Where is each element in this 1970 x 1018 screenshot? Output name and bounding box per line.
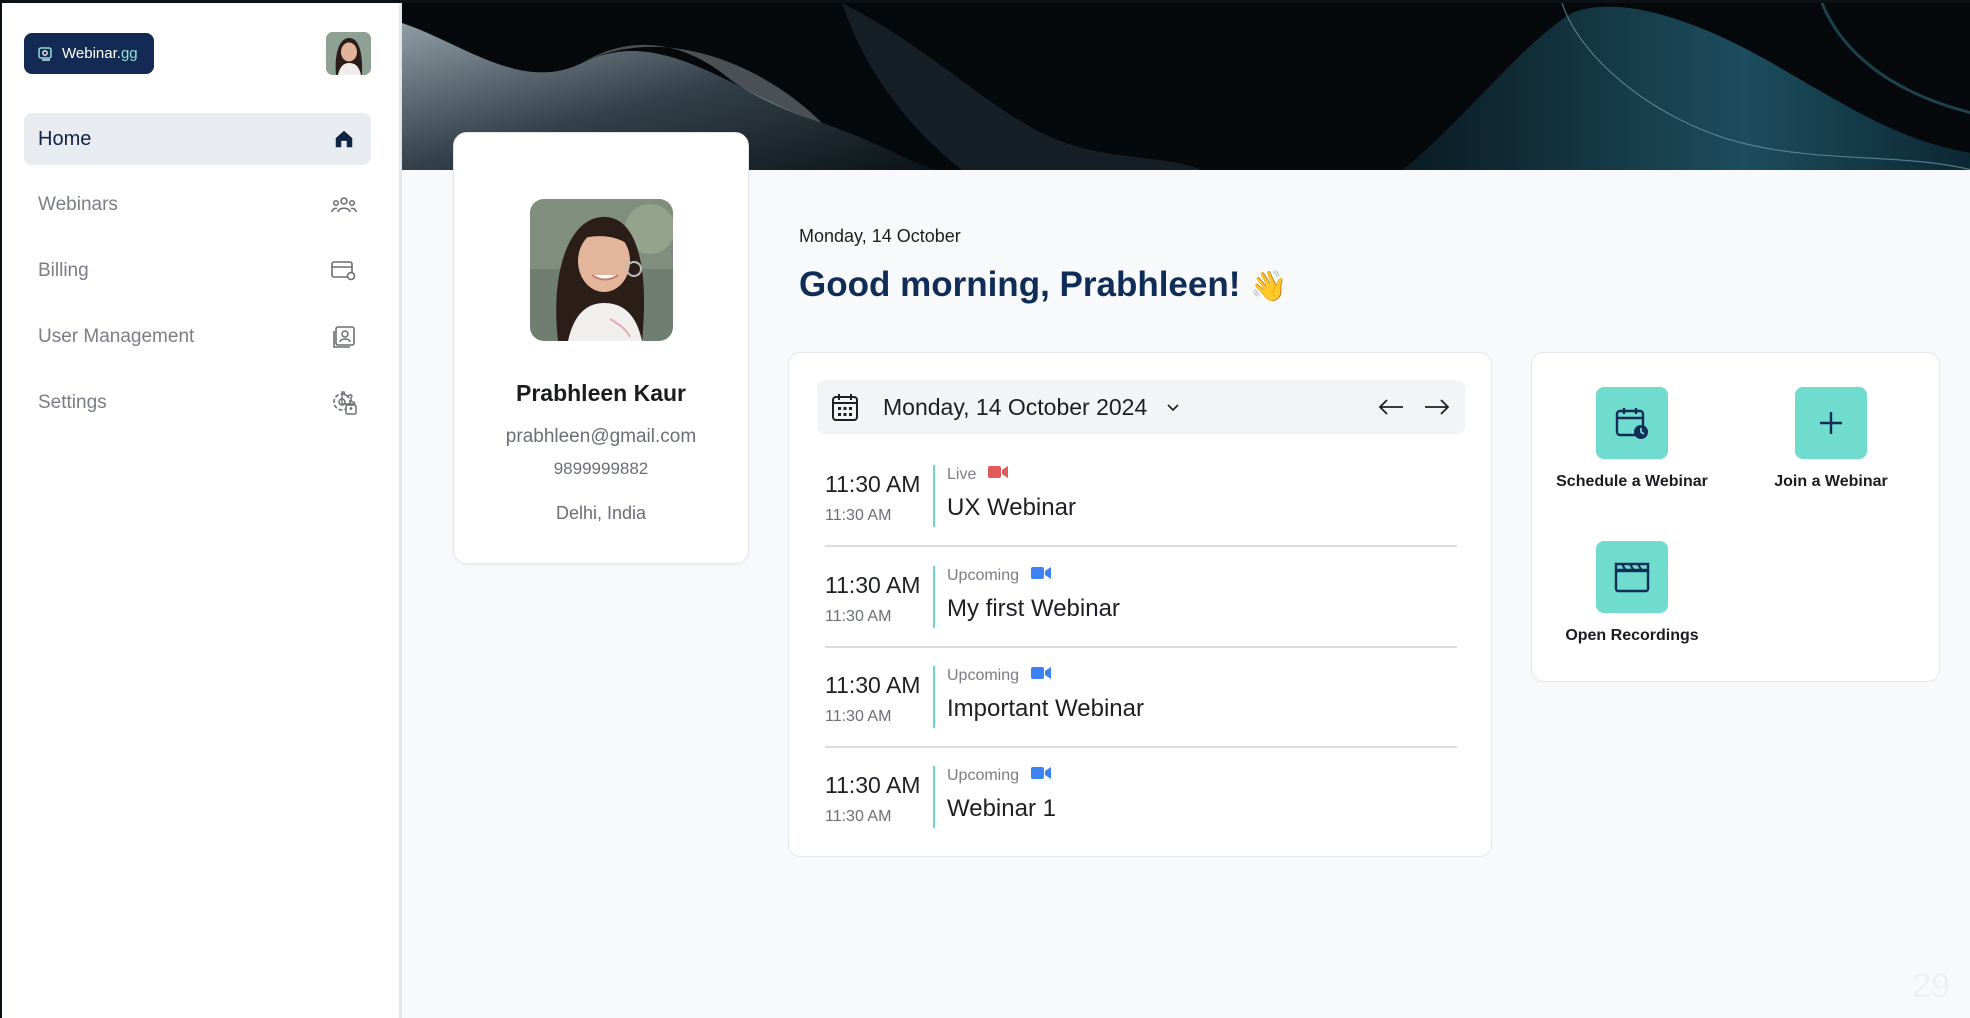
date-selector: Monday, 14 October 2024 [817,380,1465,434]
join-webinar-button[interactable]: Join a Webinar [1751,387,1911,491]
event-divider [933,666,935,728]
event-status-label: Upcoming [947,666,1020,684]
video-camera-icon [988,465,1009,484]
sidebar-item-label: Settings [38,392,107,413]
gear-user-icon [331,390,357,416]
profile-photo [530,199,673,341]
profile-phone: 9899999882 [553,459,649,478]
profile-location: Delhi, India [555,503,647,523]
event-status: Upcoming [947,566,1052,585]
schedule-webinar-button[interactable]: Schedule a Webinar [1552,387,1712,491]
video-camera-icon [1031,566,1052,585]
sidebar-item-label: Home [38,127,92,150]
sidebar-item-settings[interactable]: Settings [24,377,371,429]
home-icon [331,126,357,152]
date-nav [1377,397,1451,417]
current-date: Monday, 14 October [799,226,961,246]
sidebar-item-home[interactable]: Home [24,113,371,165]
users-icon [331,192,357,218]
chevron-down-icon[interactable] [1165,399,1181,415]
event-divider [933,766,935,828]
sidebar-item-webinars[interactable]: Webinars [24,179,371,231]
sidebar-item-billing[interactable]: Billing [24,245,371,297]
sidebar-item-user-management[interactable]: User Management [24,311,371,363]
event-status-label: Live [947,465,977,483]
event-status-label: Upcoming [947,766,1020,784]
video-camera-icon [1031,766,1052,785]
wave-emoji-icon: 👋 [1250,270,1288,303]
calendar-icon[interactable] [831,392,859,422]
sidebar-item-label: User Management [38,326,195,347]
event-start-time: 11:30 AM [825,572,921,598]
plus-icon [1795,387,1867,459]
selected-date[interactable]: Monday, 14 October 2024 [883,394,1147,421]
action-label: Schedule a Webinar [1556,473,1708,490]
action-label: Open Recordings [1565,627,1699,644]
divider [825,646,1457,648]
arrow-left-icon[interactable] [1377,397,1405,417]
event-divider [933,465,935,527]
sidebar-nav: Home Webinars Billing User Management Se… [24,113,371,443]
action-label: Join a Webinar [1774,473,1888,490]
quick-actions-card: Schedule a Webinar Join a Webinar Open R… [1531,352,1940,682]
event-end-time: 11:30 AM [825,708,892,725]
event-title: Important Webinar [947,695,1144,722]
greeting-heading: Good morning, Prabhleen! 👋 [799,265,1288,305]
event-start-time: 11:30 AM [825,672,921,698]
video-camera-icon [1031,666,1052,685]
user-avatar[interactable] [326,32,371,75]
profile-name: Prabhleen Kaur [516,380,686,406]
event-item[interactable]: 11:30 AM 11:30 AM Upcoming Webinar 1 [825,756,1457,856]
event-divider [933,566,935,628]
profile-email: prabhleen@gmail.com [505,426,697,447]
event-start-time: 11:30 AM [825,772,921,798]
card-settings-icon [331,258,357,284]
event-start-time: 11:30 AM [825,471,921,497]
event-end-time: 11:30 AM [825,608,892,625]
event-status: Upcoming [947,666,1052,685]
event-end-time: 11:30 AM [825,808,892,825]
event-item[interactable]: 11:30 AM 11:30 AM Live UX Webinar [825,455,1457,555]
arrow-right-icon[interactable] [1423,397,1451,417]
event-title: UX Webinar [947,494,1076,521]
corner-number: 29 [1912,967,1950,1005]
app-window: Webinar.gg Home Webinars Billing User Ma… [0,0,1970,1018]
contact-card-icon [331,324,357,350]
event-status-label: Upcoming [947,566,1020,584]
clapperboard-icon [1596,541,1668,613]
logo-icon [38,46,52,61]
event-status: Live [947,465,1009,484]
app-logo[interactable]: Webinar.gg [24,33,154,74]
greeting-text: Good morning, Prabhleen! [799,265,1241,304]
divider [825,545,1457,547]
sidebar: Webinar.gg Home Webinars Billing User Ma… [2,3,402,1018]
calendar-clock-icon [1596,387,1668,459]
event-status: Upcoming [947,766,1052,785]
event-item[interactable]: 11:30 AM 11:30 AM Upcoming My first Webi… [825,556,1457,656]
schedule-card: Monday, 14 October 2024 11:30 AM 11:30 A… [788,352,1492,857]
event-title: Webinar 1 [947,795,1056,822]
event-item[interactable]: 11:30 AM 11:30 AM Upcoming Important Web… [825,656,1457,756]
profile-card: Prabhleen Kaur prabhleen@gmail.com 98999… [453,132,749,564]
event-end-time: 11:30 AM [825,507,892,524]
sidebar-item-label: Billing [38,260,89,281]
logo-text: Webinar.gg [62,45,138,62]
sidebar-item-label: Webinars [38,194,118,215]
open-recordings-button[interactable]: Open Recordings [1552,541,1712,645]
divider [825,746,1457,748]
event-title: My first Webinar [947,595,1120,622]
